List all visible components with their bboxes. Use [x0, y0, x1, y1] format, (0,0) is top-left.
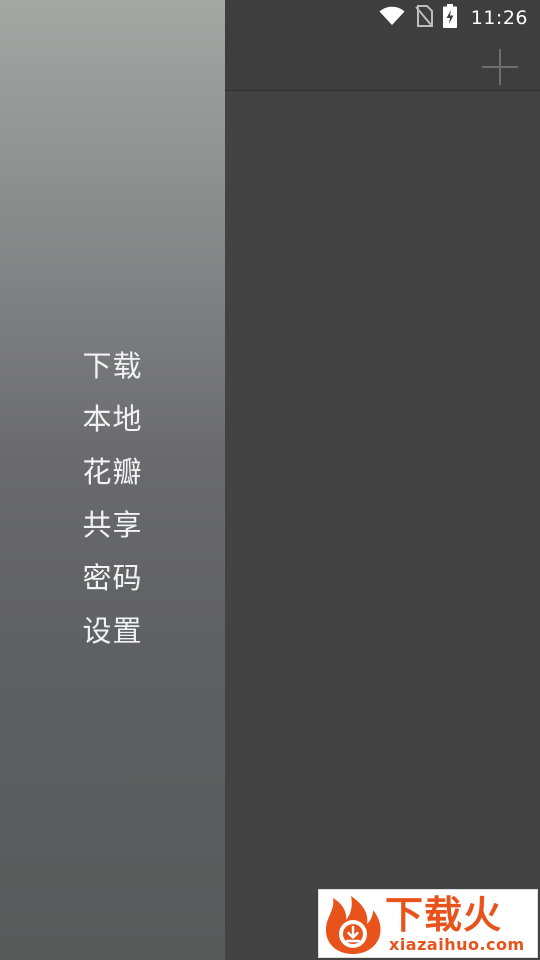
wifi-icon — [379, 6, 405, 30]
plus-icon — [482, 49, 518, 85]
watermark-badge: 下载火 xiazaihuo.com — [318, 889, 538, 958]
drawer-menu: 下载 本地 花瓣 共享 密码 设置 — [0, 340, 225, 658]
add-button[interactable] — [480, 47, 520, 87]
app-toolbar — [225, 36, 540, 91]
menu-item-password[interactable]: 密码 — [82, 552, 142, 605]
menu-item-huaban[interactable]: 花瓣 — [82, 446, 142, 499]
menu-item-share[interactable]: 共享 — [82, 499, 142, 552]
watermark-domain: xiazaihuo.com — [389, 935, 525, 954]
no-sim-icon — [414, 5, 433, 31]
status-bar: 11:26 — [225, 0, 540, 36]
content-area — [225, 91, 540, 960]
flame-logo-icon — [321, 892, 385, 956]
navigation-drawer: 下载 本地 花瓣 共享 密码 设置 — [0, 0, 225, 960]
status-icons: 11:26 — [379, 0, 528, 36]
menu-item-settings[interactable]: 设置 — [82, 605, 142, 658]
app-screen: 11:26 下载 本地 花瓣 共享 密码 设置 下载火 xiazaihuo.co… — [0, 0, 540, 960]
status-time: 11:26 — [470, 7, 528, 29]
menu-item-download[interactable]: 下载 — [82, 340, 142, 393]
watermark-title: 下载火 — [385, 893, 503, 937]
battery-charging-icon — [442, 4, 457, 32]
menu-item-local[interactable]: 本地 — [82, 393, 142, 446]
